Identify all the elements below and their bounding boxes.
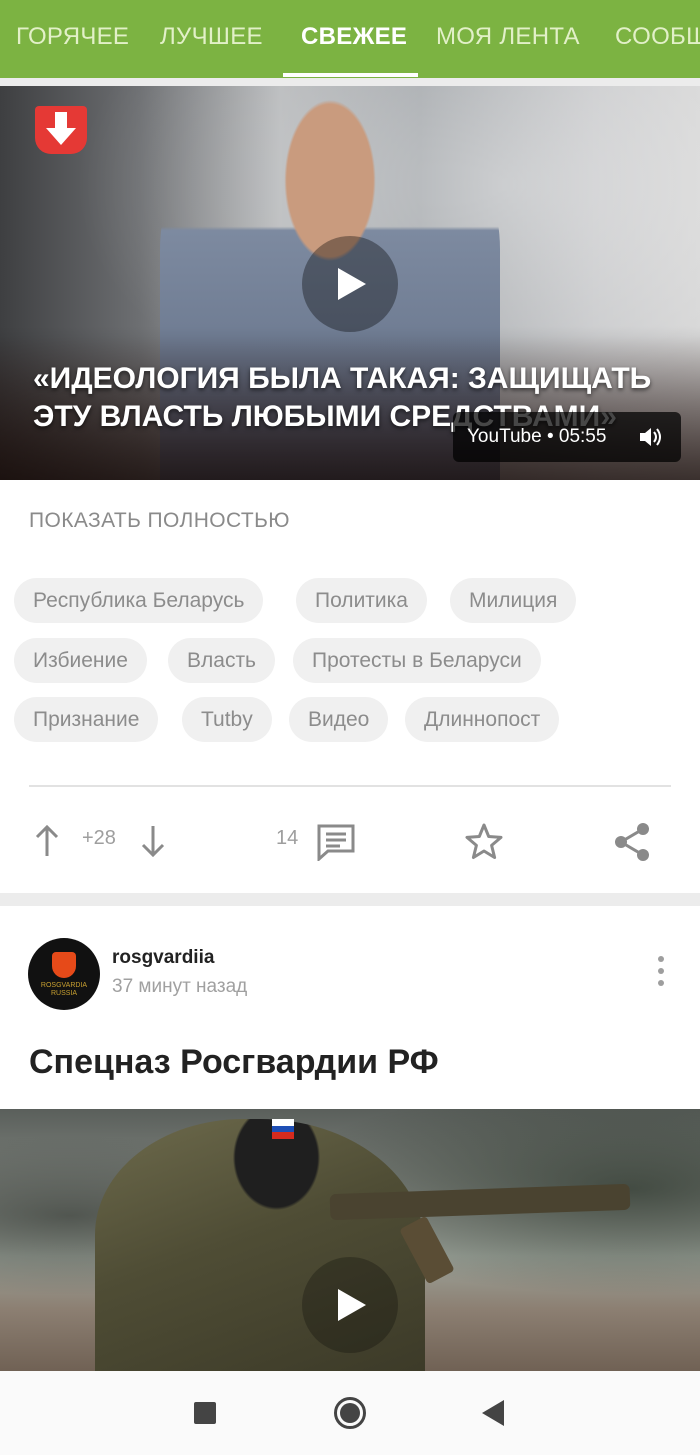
tab-best[interactable]: ЛУЧШЕЕ xyxy=(160,0,263,78)
tab-fresh[interactable]: СВЕЖЕЕ xyxy=(301,0,407,78)
emblem-icon xyxy=(52,952,76,978)
avatar-label: ROSGVARDIA RUSSIA xyxy=(40,982,88,997)
recent-apps-icon[interactable] xyxy=(194,1402,216,1424)
play-button[interactable] xyxy=(302,236,398,332)
tag-chip[interactable]: Признание xyxy=(14,697,159,742)
rating-count: +28 xyxy=(82,827,116,849)
tag-chip[interactable]: Видео xyxy=(289,697,389,742)
video-source-badge: YouTube • 05:55 xyxy=(453,412,681,462)
downvote-arrow-icon[interactable] xyxy=(140,825,166,857)
upvote-arrow-icon[interactable] xyxy=(34,825,60,857)
tab-hot[interactable]: ГОРЯЧЕЕ xyxy=(16,0,129,78)
system-navigation-bar xyxy=(0,1371,700,1455)
tab-communities[interactable]: СООБЩ xyxy=(615,0,700,78)
top-tab-bar: ГОРЯЧЕЕ ЛУЧШЕЕ СВЕЖЕЕ МОЯ ЛЕНТА СООБЩ xyxy=(0,0,700,78)
tag-chip[interactable]: Милиция xyxy=(450,578,577,623)
russian-flag-icon xyxy=(272,1119,294,1140)
tag-chip[interactable]: Длиннопост xyxy=(405,697,560,742)
post-card: «ИДЕОЛОГИЯ БЫЛА ТАКАЯ: ЗАЩИЩАТЬ ЭТУ ВЛАС… xyxy=(0,86,700,893)
comments-count: 14 xyxy=(276,827,299,849)
author-name[interactable]: rosgvardiia xyxy=(112,947,214,969)
tag-chip[interactable]: Политика xyxy=(296,578,427,623)
post-actions: +28 14 xyxy=(0,811,700,871)
post-title[interactable]: Спецназ Росгвардии РФ xyxy=(29,1043,439,1082)
tag-chip[interactable]: Избиение xyxy=(14,638,147,683)
comments-icon[interactable] xyxy=(316,823,356,861)
post-time: 37 минут назад xyxy=(112,976,248,997)
post-card: ROSGVARDIA RUSSIA rosgvardiia 37 минут н… xyxy=(0,906,700,1376)
play-icon xyxy=(338,268,366,300)
video-player[interactable] xyxy=(0,1109,700,1376)
down-arrow-logo-icon xyxy=(35,106,87,154)
video-source-label: YouTube • 05:55 xyxy=(467,426,607,447)
tag-chip[interactable]: Власть xyxy=(168,638,275,683)
video-player[interactable]: «ИДЕОЛОГИЯ БЫЛА ТАКАЯ: ЗАЩИЩАТЬ ЭТУ ВЛАС… xyxy=(0,86,700,480)
show-full-link[interactable]: ПОКАЗАТЬ ПОЛНОСТЬЮ xyxy=(29,509,290,533)
tab-my-feed[interactable]: МОЯ ЛЕНТА xyxy=(436,0,580,78)
volume-icon[interactable] xyxy=(639,426,663,448)
avatar[interactable]: ROSGVARDIA RUSSIA xyxy=(28,938,100,1010)
active-tab-indicator xyxy=(283,73,418,77)
play-button[interactable] xyxy=(302,1257,398,1353)
star-icon[interactable] xyxy=(464,822,504,860)
tag-chip[interactable]: Tutby xyxy=(182,697,272,742)
tag-chip[interactable]: Республика Беларусь xyxy=(14,578,264,623)
home-icon[interactable] xyxy=(333,1396,367,1430)
more-options-icon[interactable] xyxy=(653,954,669,988)
share-icon[interactable] xyxy=(613,822,651,862)
back-icon[interactable] xyxy=(482,1400,504,1426)
tag-chip[interactable]: Протесты в Беларуси xyxy=(293,638,541,683)
divider xyxy=(29,785,671,787)
play-icon xyxy=(338,1289,366,1321)
